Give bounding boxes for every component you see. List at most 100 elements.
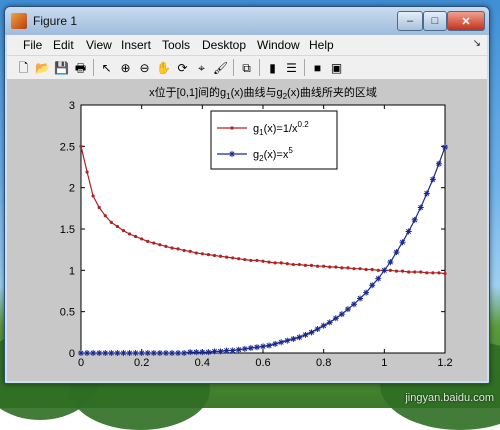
g2-data-point[interactable]: [132, 350, 139, 356]
g1-data-point[interactable]: [388, 268, 392, 272]
g1-data-point[interactable]: [200, 252, 204, 256]
g1-data-point[interactable]: [212, 253, 217, 258]
g2-data-point[interactable]: [429, 176, 436, 183]
insert-legend-icon[interactable]: ☰: [283, 59, 300, 76]
g2-data-point[interactable]: [405, 228, 412, 235]
g1-data-point[interactable]: [267, 260, 271, 264]
hide-plot-tools-icon[interactable]: ■: [309, 59, 326, 76]
menu-help[interactable]: Help: [309, 38, 334, 52]
g2-data-point[interactable]: [344, 306, 351, 313]
g2-data-point[interactable]: [314, 326, 321, 333]
g1-data-point[interactable]: [225, 255, 229, 259]
g2-data-point[interactable]: [102, 350, 109, 356]
g2-data-point[interactable]: [144, 350, 151, 356]
menu-view[interactable]: View: [86, 38, 112, 52]
g2-data-point[interactable]: [308, 329, 315, 336]
g1-data-point[interactable]: [285, 262, 289, 266]
g2-data-point[interactable]: [423, 190, 430, 197]
g2-data-point[interactable]: [205, 349, 212, 356]
g2-data-point[interactable]: [187, 349, 194, 356]
print-icon[interactable]: 🖶: [72, 59, 89, 76]
g1-data-point[interactable]: [243, 257, 247, 262]
g2-data-point[interactable]: [326, 319, 333, 326]
g2-data-point[interactable]: [260, 343, 266, 350]
g1-data-point[interactable]: [176, 247, 180, 251]
g1-data-point[interactable]: [358, 267, 362, 271]
link-plot-icon[interactable]: ⧉: [238, 59, 255, 76]
g1-data-point[interactable]: [303, 263, 308, 267]
g1-data-point[interactable]: [85, 170, 89, 174]
g1-data-point[interactable]: [261, 259, 265, 263]
rotate-3d-icon[interactable]: ⟳: [174, 59, 191, 76]
g2-data-point[interactable]: [393, 249, 400, 256]
g1-data-point[interactable]: [164, 244, 168, 248]
g2-data-point[interactable]: [381, 267, 388, 274]
g1-data-point[interactable]: [188, 249, 192, 253]
title-bar[interactable]: Figure 1 – □ ✕: [5, 7, 489, 35]
insert-colorbar-icon[interactable]: ▮: [264, 59, 281, 76]
maximize-button[interactable]: □: [423, 11, 447, 31]
g2-data-point[interactable]: [363, 289, 370, 296]
g1-data-point[interactable]: [394, 269, 399, 273]
g1-data-point[interactable]: [158, 243, 162, 247]
g2-data-point[interactable]: [126, 350, 133, 356]
g1-data-point[interactable]: [237, 257, 241, 261]
menu-desktop[interactable]: Desktop: [202, 38, 246, 52]
g2-data-point[interactable]: [108, 350, 115, 356]
g1-data-point[interactable]: [218, 254, 223, 258]
g1-data-point[interactable]: [206, 253, 210, 257]
g2-data-point[interactable]: [162, 350, 169, 356]
g1-data-point[interactable]: [425, 271, 429, 275]
g2-data-point[interactable]: [387, 259, 394, 266]
g2-data-point[interactable]: [290, 335, 297, 342]
g1-data-point[interactable]: [431, 271, 435, 275]
g1-data-point[interactable]: [182, 248, 186, 253]
g1-data-point[interactable]: [419, 270, 423, 274]
g2-data-point[interactable]: [272, 340, 279, 347]
g2-data-point[interactable]: [332, 315, 339, 322]
menu-file[interactable]: File: [23, 38, 42, 52]
g2-data-point[interactable]: [193, 349, 200, 356]
g1-data-point[interactable]: [370, 267, 374, 272]
g2-data-point[interactable]: [120, 350, 127, 356]
g2-data-point[interactable]: [223, 347, 230, 354]
g1-data-point[interactable]: [194, 251, 198, 255]
g2-data-point[interactable]: [217, 348, 224, 355]
g1-data-point[interactable]: [115, 224, 119, 229]
g1-data-point[interactable]: [400, 269, 405, 273]
g1-data-point[interactable]: [322, 264, 326, 268]
g1-data-point[interactable]: [352, 267, 356, 271]
g1-data-point[interactable]: [140, 237, 144, 241]
g2-data-point[interactable]: [442, 144, 448, 151]
g2-data-point[interactable]: [266, 342, 273, 349]
g2-data-point[interactable]: [399, 239, 406, 246]
g1-data-point[interactable]: [255, 258, 259, 263]
g1-data-point[interactable]: [134, 234, 138, 239]
menu-insert[interactable]: Insert: [121, 38, 151, 52]
zoom-in-icon[interactable]: ⊕: [117, 59, 134, 76]
dock-arrow-icon[interactable]: ↘: [473, 38, 481, 49]
g1-data-point[interactable]: [79, 144, 83, 148]
g2-data-point[interactable]: [338, 311, 345, 318]
g2-data-point[interactable]: [435, 160, 442, 167]
g1-data-point[interactable]: [297, 262, 301, 267]
g2-data-point[interactable]: [351, 301, 357, 308]
g1-data-point[interactable]: [340, 266, 344, 270]
plot-svg[interactable]: x位于[0,1]间的g1(x)曲线与g2(x)曲线所夹的区域0 0.2 0.4 0.6…: [7, 79, 487, 381]
g1-data-point[interactable]: [328, 265, 332, 269]
g1-data-point[interactable]: [309, 263, 314, 267]
g1-data-point[interactable]: [103, 214, 107, 218]
zoom-out-icon[interactable]: ⊖: [136, 59, 153, 76]
g2-data-point[interactable]: [199, 349, 206, 356]
g1-data-point[interactable]: [127, 232, 132, 236]
g1-data-point[interactable]: [109, 220, 113, 224]
g2-data-point[interactable]: [114, 350, 121, 356]
g1-data-point[interactable]: [291, 262, 295, 267]
g1-data-point[interactable]: [152, 241, 156, 245]
g2-data-point[interactable]: [241, 345, 248, 352]
g1-data-point[interactable]: [97, 205, 101, 210]
menu-edit[interactable]: Edit: [53, 38, 74, 52]
g2-data-point[interactable]: [211, 348, 218, 355]
g2-data-point[interactable]: [375, 275, 382, 282]
menu-window[interactable]: Window: [257, 38, 300, 52]
